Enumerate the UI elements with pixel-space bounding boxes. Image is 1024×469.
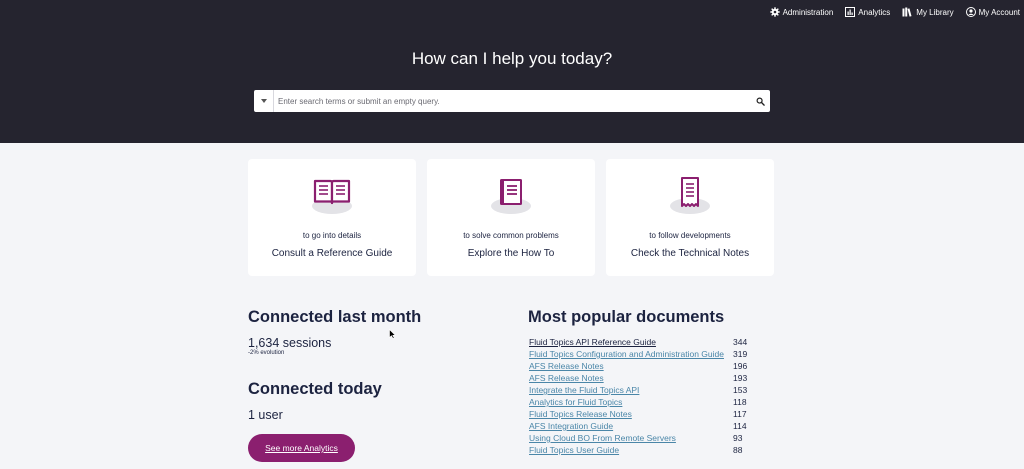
card-title: Consult a Reference Guide [271, 248, 393, 259]
card-title: Check the Technical Notes [630, 248, 750, 259]
search-bar [254, 90, 770, 112]
document-item: AFS Integration Guide 114 [529, 421, 749, 433]
document-link[interactable]: Fluid Topics Release Notes [529, 409, 632, 419]
library-icon [902, 7, 912, 17]
search-button[interactable] [750, 90, 770, 112]
nav-my-account[interactable]: My Account [965, 7, 1020, 17]
connected-today-heading: Connected today [248, 380, 382, 398]
document-link[interactable]: AFS Integration Guide [529, 421, 613, 431]
card-technical-notes[interactable]: to follow developments Check the Technic… [606, 159, 774, 276]
hero-title: How can I help you today? [411, 49, 613, 68]
document-link[interactable]: Fluid Topics Configuration and Administr… [529, 349, 724, 359]
document-link[interactable]: Fluid Topics User Guide [529, 445, 619, 455]
document-count: 153 [733, 385, 748, 395]
card-reference-guide[interactable]: to go into details Consult a Reference G… [248, 159, 416, 276]
mouse-cursor-icon [389, 329, 396, 339]
sessions-evolution: -2% evolution [248, 350, 285, 356]
card-subtitle: to follow developments [649, 231, 731, 240]
bar-chart-icon [845, 7, 856, 17]
gear-icon [769, 7, 780, 17]
card-icon-area [491, 176, 531, 216]
document-link[interactable]: Analytics for Fluid Topics [529, 397, 622, 407]
card-icon-area [670, 176, 710, 216]
document-item: Analytics for Fluid Topics 118 [529, 397, 749, 409]
document-item: Fluid Topics Configuration and Administr… [529, 349, 749, 361]
nav-my-library-label: My Library [916, 7, 954, 17]
users-count: 1 user [248, 408, 283, 422]
search-input[interactable] [274, 91, 750, 111]
document-count: 118 [733, 397, 747, 407]
document-count: 117 [733, 409, 747, 419]
document-item: AFS Release Notes 193 [529, 373, 749, 385]
document-count: 114 [733, 421, 747, 431]
document-link[interactable]: Using Cloud BO From Remote Servers [529, 433, 676, 443]
card-title: Explore the How To [467, 248, 555, 259]
see-more-analytics-button[interactable]: See more Analytics [248, 434, 355, 462]
document-count: 196 [733, 361, 748, 371]
hero-banner: Administration Analytics My Library My A… [0, 0, 1024, 143]
shortcut-cards: to go into details Consult a Reference G… [248, 159, 774, 276]
nav-administration[interactable]: Administration [769, 7, 834, 17]
open-book-icon [313, 179, 351, 205]
document-item: Using Cloud BO From Remote Servers 93 [529, 433, 749, 445]
popular-documents-heading: Most popular documents [528, 308, 725, 326]
card-icon-area [312, 176, 352, 216]
document-item: Fluid Topics User Guide 88 [529, 445, 749, 457]
document-item: Fluid Topics Release Notes 117 [529, 409, 749, 421]
document-item: Integrate the Fluid Topics API 153 [529, 385, 749, 397]
document-link[interactable]: AFS Release Notes [529, 373, 604, 383]
document-count: 88 [733, 445, 743, 455]
search-icon [756, 97, 765, 106]
connected-last-month-heading: Connected last month [248, 308, 422, 326]
card-subtitle: to solve common problems [463, 231, 559, 240]
notebook-icon [500, 179, 522, 205]
nav-administration-label: Administration [782, 7, 834, 17]
document-link[interactable]: Integrate the Fluid Topics API [529, 385, 639, 395]
card-how-to[interactable]: to solve common problems Explore the How… [427, 159, 595, 276]
card-subtitle: to go into details [302, 231, 362, 240]
sessions-count: 1,634 sessions [248, 336, 332, 350]
top-nav: Administration Analytics My Library My A… [769, 7, 1020, 17]
document-link[interactable]: AFS Release Notes [529, 361, 604, 371]
caret-down-icon [260, 99, 267, 103]
nav-my-library[interactable]: My Library [902, 7, 954, 17]
document-link[interactable]: Fluid Topics API Reference Guide [529, 337, 656, 347]
popular-documents-list: Fluid Topics API Reference Guide 344 Flui… [529, 337, 749, 457]
document-count: 344 [733, 337, 748, 347]
receipt-icon [681, 177, 699, 207]
document-item: AFS Release Notes 196 [529, 361, 749, 373]
document-count: 319 [733, 349, 748, 359]
nav-analytics-label: Analytics [858, 7, 891, 17]
nav-my-account-label: My Account [978, 7, 1020, 17]
nav-analytics[interactable]: Analytics [845, 7, 890, 17]
document-count: 193 [733, 373, 748, 383]
search-filter-dropdown[interactable] [254, 90, 274, 112]
document-count: 93 [733, 433, 743, 443]
document-item: Fluid Topics API Reference Guide 344 [529, 337, 749, 349]
user-circle-icon [965, 7, 976, 17]
